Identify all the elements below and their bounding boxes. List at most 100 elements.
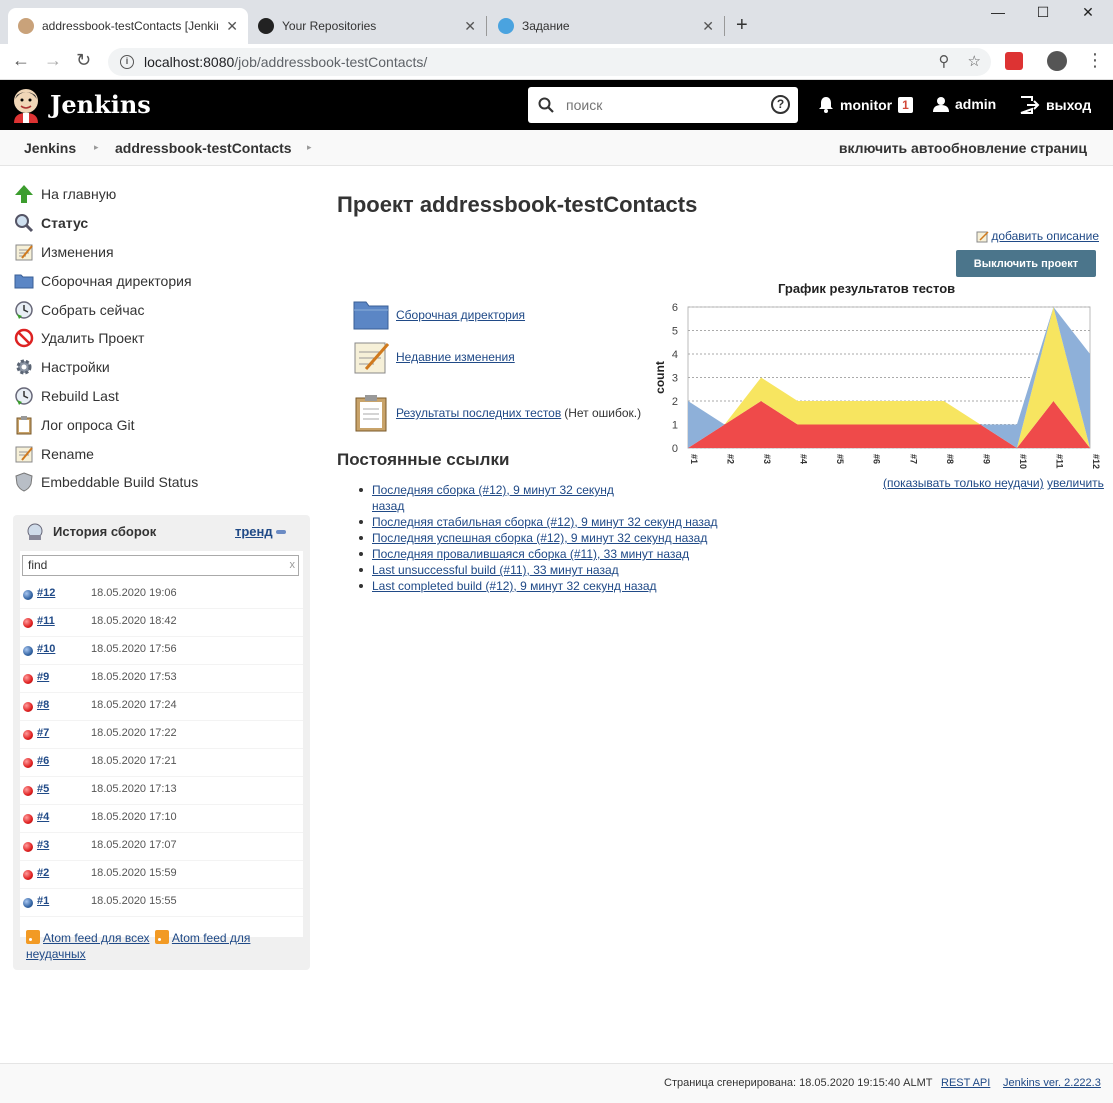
- help-icon[interactable]: ?: [771, 95, 790, 114]
- breadcrumb-arrow-icon[interactable]: ▸: [94, 142, 99, 153]
- build-filter-input[interactable]: find: [22, 555, 299, 576]
- build-number-link[interactable]: #8: [37, 699, 49, 711]
- build-status-red-ball-icon[interactable]: [23, 870, 33, 880]
- minimize-icon[interactable]: —: [975, 4, 1021, 20]
- build-number-link[interactable]: #9: [37, 671, 49, 683]
- clear-filter-icon[interactable]: x: [290, 559, 296, 571]
- build-number-link[interactable]: #7: [37, 727, 49, 739]
- build-status-red-ball-icon[interactable]: [23, 730, 33, 740]
- build-status-red-ball-icon[interactable]: [23, 702, 33, 712]
- forward-arrow-icon[interactable]: →: [44, 50, 62, 71]
- close-icon[interactable]: ✕: [464, 18, 476, 35]
- breadcrumb-project[interactable]: addressbook-testContacts: [115, 140, 292, 156]
- sidebar-item-label[interactable]: На главную: [41, 186, 116, 202]
- build-status-red-ball-icon[interactable]: [23, 674, 33, 684]
- build-status-red-ball-icon[interactable]: [23, 814, 33, 824]
- rss-feed-icon[interactable]: [154, 930, 169, 944]
- user-link[interactable]: admin: [933, 96, 996, 112]
- zoom-icon[interactable]: ⚲: [939, 52, 950, 70]
- sidebar-item-home[interactable]: На главную: [14, 180, 314, 209]
- build-number-link[interactable]: #12: [37, 587, 55, 599]
- profile-avatar-icon[interactable]: [1047, 51, 1067, 71]
- sidebar-item-label[interactable]: Сборочная директория: [41, 273, 192, 289]
- menu-kebab-icon[interactable]: ⋮: [1086, 50, 1104, 71]
- rss-feed-icon[interactable]: [26, 930, 40, 944]
- window-close-icon[interactable]: ✕: [1065, 4, 1111, 21]
- build-status-blue-ball-icon[interactable]: [23, 646, 33, 656]
- maximize-icon[interactable]: ☐: [1020, 4, 1066, 21]
- jenkins-logo-icon[interactable]: [12, 87, 40, 123]
- reload-icon[interactable]: ↻: [76, 50, 91, 71]
- close-icon[interactable]: ✕: [226, 18, 238, 35]
- breadcrumb-jenkins[interactable]: Jenkins: [24, 140, 76, 156]
- permalink-last-stable[interactable]: Последняя стабильная сборка (#12), 9 мин…: [372, 515, 718, 529]
- bookmark-star-icon[interactable]: ☆: [968, 52, 981, 70]
- sidebar-item-label[interactable]: Embeddable Build Status: [41, 474, 198, 490]
- permalink-last-completed[interactable]: Last completed build (#12), 9 минут 32 с…: [372, 579, 657, 593]
- build-status-blue-ball-icon[interactable]: [23, 898, 33, 908]
- build-number-link[interactable]: #4: [37, 811, 49, 823]
- add-description-link[interactable]: добавить описание: [991, 229, 1099, 243]
- sidebar-item-label[interactable]: Rebuild Last: [41, 388, 119, 404]
- sidebar-item-rebuild-last[interactable]: Rebuild Last: [14, 382, 314, 411]
- url-field[interactable]: i localhost:8080/job/addressbook-testCon…: [108, 48, 991, 76]
- sidebar-item-label[interactable]: Статус: [41, 215, 88, 231]
- test-results-link[interactable]: Результаты последних тестов: [396, 406, 561, 420]
- build-number-link[interactable]: #2: [37, 867, 49, 879]
- close-icon[interactable]: ✕: [702, 18, 714, 35]
- monitor-link[interactable]: monitor 1: [818, 96, 913, 113]
- trend-link[interactable]: тренд: [235, 524, 273, 539]
- sidebar-item-label[interactable]: Rename: [41, 446, 94, 462]
- back-arrow-icon[interactable]: ←: [12, 50, 30, 71]
- sidebar-item-git-polling-log[interactable]: Лог опроса Git: [14, 410, 314, 439]
- breadcrumb-arrow-icon[interactable]: ▸: [307, 142, 312, 153]
- sidebar-item-rename[interactable]: Rename: [14, 439, 314, 468]
- build-number-link[interactable]: #3: [37, 839, 49, 851]
- sidebar-item-build-now[interactable]: Собрать сейчас: [14, 295, 314, 324]
- autorefresh-link[interactable]: включить автообновление страниц: [839, 140, 1087, 156]
- build-status-red-ball-icon[interactable]: [23, 618, 33, 628]
- permalink-last-failed[interactable]: Последняя провалившаяся сборка (#11), 33…: [372, 547, 689, 561]
- build-number-link[interactable]: #6: [37, 755, 49, 767]
- sidebar-item-changes[interactable]: Изменения: [14, 238, 314, 267]
- permalink-last-unsuccessful[interactable]: Last unsuccessful build (#11), 33 минут …: [372, 563, 619, 577]
- sidebar-item-label[interactable]: Удалить Проект: [41, 330, 144, 346]
- enlarge-chart-link[interactable]: увеличить: [1047, 476, 1104, 490]
- show-failures-only-link[interactable]: (показывать только неудачи): [883, 476, 1044, 490]
- disable-project-button[interactable]: Выключить проект: [956, 250, 1096, 277]
- jenkins-version-link[interactable]: Jenkins ver. 2.222.3: [1003, 1077, 1101, 1089]
- tab-task[interactable]: Задание ✕: [488, 8, 724, 44]
- sidebar-item-status[interactable]: Статус: [14, 209, 314, 238]
- search-input[interactable]: [566, 97, 756, 113]
- tab-repositories[interactable]: Your Repositories ✕: [248, 8, 486, 44]
- build-status-red-ball-icon[interactable]: [23, 842, 33, 852]
- build-number-link[interactable]: #1: [37, 895, 49, 907]
- permalink-last-build[interactable]: Последняя сборка (#12), 9 минут 32 секун…: [372, 483, 614, 513]
- test-results-chart[interactable]: График результатов тестов 0 1 2 3 4 5 6 #1 #2 #3 #…: [646, 276, 1104, 476]
- tab-jenkins[interactable]: addressbook-testContacts [Jenkins] ✕: [8, 8, 248, 44]
- build-status-red-ball-icon[interactable]: [23, 758, 33, 768]
- sidebar-item-label[interactable]: Собрать сейчас: [41, 302, 144, 318]
- rest-api-link[interactable]: REST API: [941, 1077, 990, 1089]
- sidebar-item-delete[interactable]: Удалить Проект: [14, 324, 314, 353]
- sidebar-item-label[interactable]: Изменения: [41, 244, 114, 260]
- sidebar-item-label[interactable]: Настройки: [41, 359, 110, 375]
- workspace-link[interactable]: Сборочная директория: [396, 308, 525, 322]
- sidebar-item-configure[interactable]: Настройки: [14, 353, 314, 382]
- build-status-blue-ball-icon[interactable]: [23, 590, 33, 600]
- build-status-red-ball-icon[interactable]: [23, 786, 33, 796]
- info-icon[interactable]: i: [120, 55, 134, 69]
- build-number-link[interactable]: #5: [37, 783, 49, 795]
- sidebar-item-workspace[interactable]: Сборочная директория: [14, 266, 314, 295]
- jenkins-title[interactable]: Jenkins: [50, 90, 151, 119]
- logout-link[interactable]: выход: [1020, 96, 1091, 114]
- recent-changes-link[interactable]: Недавние изменения: [396, 350, 515, 364]
- sidebar-item-embeddable-build-status[interactable]: Embeddable Build Status: [14, 468, 314, 497]
- permalink-last-successful[interactable]: Последняя успешная сборка (#12), 9 минут…: [372, 531, 707, 545]
- new-tab-plus-icon[interactable]: +: [736, 14, 748, 37]
- atom-feed-all-link[interactable]: Atom feed для всех: [43, 931, 150, 945]
- collapse-icon[interactable]: [276, 530, 286, 534]
- extension-icon[interactable]: [1005, 52, 1023, 70]
- build-number-link[interactable]: #10: [37, 643, 55, 655]
- build-number-link[interactable]: #11: [37, 615, 55, 627]
